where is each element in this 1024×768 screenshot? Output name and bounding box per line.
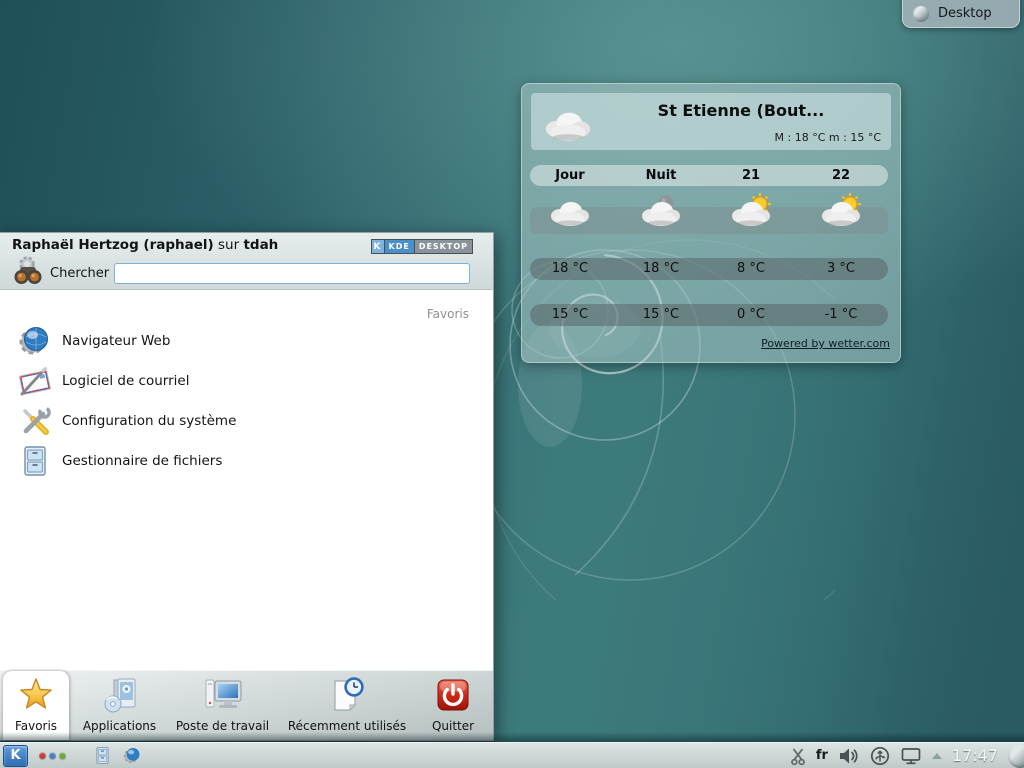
weather-day-temp: 3 °C: [796, 261, 886, 276]
activity-dots-icon[interactable]: [36, 752, 69, 759]
network-monitor-icon[interactable]: [900, 747, 922, 765]
tab-label: Poste de travail: [170, 719, 275, 733]
file-manager-icon: [93, 746, 112, 765]
tab-applications[interactable]: Applications: [72, 671, 167, 740]
green-dot-icon: [59, 752, 66, 759]
kickoff-user-title: Raphaël Hertzog (raphael) sur tdah: [12, 237, 278, 253]
user-name: Raphaël Hertzog (raphael): [12, 237, 214, 253]
web-browser-icon: [18, 324, 52, 358]
tab-label: Quitter: [418, 719, 488, 733]
folder-view-widget[interactable]: Desktop: [902, 0, 1020, 28]
desktop-background: Desktop St Etienne (Bout... M : 18 °C m …: [0, 0, 1024, 768]
menu-item-web-browser[interactable]: Navigateur Web: [0, 321, 493, 361]
weather-cloudy-night-icon: [616, 192, 706, 228]
file-manager-icon: [18, 444, 52, 478]
favorites-section-label: Favoris: [427, 307, 469, 321]
weather-night-temp: 0 °C: [706, 307, 796, 322]
tab-recemment-utilises[interactable]: Récemment utilisés: [283, 671, 411, 740]
weather-current-cloud-icon: [539, 101, 597, 143]
badge-kde-label: KDE: [385, 240, 414, 253]
tab-label: Applications: [72, 719, 167, 733]
weather-col-header: 21: [706, 168, 796, 183]
kickoff-header: Raphaël Hertzog (raphael) sur tdah K KDE…: [0, 233, 493, 290]
system-settings-icon: [18, 404, 52, 438]
recent-documents-icon: [328, 676, 366, 714]
bottom-panel: K: [0, 742, 1024, 768]
menu-item-label: Configuration du système: [62, 413, 236, 429]
weather-cloudy-icon: [525, 192, 615, 228]
badge-desktop-label: DESKTOP: [415, 240, 472, 253]
blue-dot-icon: [49, 752, 56, 759]
weather-col-header: Nuit: [616, 168, 706, 183]
plasma-cashew-icon[interactable]: [913, 6, 929, 22]
weather-header: St Etienne (Bout... M : 18 °C m : 15 °C: [531, 93, 891, 150]
weather-day-temp: 18 °C: [525, 261, 615, 276]
clipboard-scissors-icon[interactable]: [790, 747, 806, 765]
weather-minmax: M : 18 °C m : 15 °C: [775, 131, 881, 144]
device-notifier-usb-icon[interactable]: [870, 746, 890, 766]
star-icon: [17, 676, 55, 714]
kde-logo-icon: K: [372, 240, 384, 253]
menu-item-label: Gestionnaire de fichiers: [62, 453, 222, 469]
search-label: Chercher :: [50, 266, 118, 281]
kde-desktop-badge: K KDE DESKTOP: [371, 239, 473, 254]
file-manager-launcher[interactable]: [91, 745, 113, 767]
kde-k-logo-icon: K: [10, 749, 20, 762]
mail-client-icon: [18, 364, 52, 398]
tab-label: Favoris: [3, 719, 69, 733]
weather-partly-sunny-icon: [796, 192, 886, 228]
search-binoculars-icon: [12, 256, 44, 286]
tab-label: Récemment utilisés: [283, 719, 411, 733]
weather-night-temp: -1 °C: [796, 307, 886, 322]
menu-item-label: Logiciel de courriel: [62, 373, 189, 389]
power-icon: [434, 676, 472, 714]
weather-col-header: Jour: [525, 168, 615, 183]
panel-cashew-icon[interactable]: [1008, 744, 1024, 768]
tab-quitter[interactable]: Quitter: [418, 671, 488, 740]
kickoff-tabbar: Favoris Applications: [0, 670, 493, 740]
weather-location-title: St Etienne (Bout...: [601, 101, 881, 120]
weather-col-header: 22: [796, 168, 886, 183]
tray-expand-arrow-icon[interactable]: [932, 753, 942, 759]
web-browser-launcher[interactable]: [121, 745, 143, 767]
weather-night-temp: 15 °C: [525, 307, 615, 322]
web-browser-icon: [123, 746, 142, 765]
red-dot-icon: [39, 752, 46, 759]
system-tray: fr: [790, 744, 1024, 768]
user-connector: sur: [214, 237, 244, 253]
search-input[interactable]: [114, 263, 470, 284]
panel-shadow: [0, 732, 1024, 742]
host-name: tdah: [243, 237, 278, 253]
keyboard-layout-indicator[interactable]: fr: [816, 748, 828, 763]
volume-icon[interactable]: [838, 747, 860, 765]
menu-item-system-settings[interactable]: Configuration du système: [0, 401, 493, 441]
weather-day-temp: 18 °C: [616, 261, 706, 276]
weather-widget[interactable]: St Etienne (Bout... M : 18 °C m : 15 °C …: [521, 83, 901, 363]
menu-item-file-manager[interactable]: Gestionnaire de fichiers: [0, 441, 493, 481]
applications-box-icon: [101, 676, 139, 714]
tab-poste-de-travail[interactable]: Poste de travail: [170, 671, 275, 740]
tab-favoris[interactable]: Favoris: [3, 671, 69, 740]
digital-clock[interactable]: 17:47: [952, 746, 998, 765]
weather-day-temp: 8 °C: [706, 261, 796, 276]
folder-view-title: Desktop: [938, 6, 992, 22]
computer-icon: [203, 676, 243, 714]
weather-night-temp: 15 °C: [616, 307, 706, 322]
menu-item-mail-client[interactable]: Logiciel de courriel: [0, 361, 493, 401]
panel-launchers: K: [0, 745, 143, 767]
kickoff-launcher-button[interactable]: K: [3, 745, 28, 767]
kickoff-menu: Raphaël Hertzog (raphael) sur tdah K KDE…: [0, 232, 494, 741]
weather-partly-sunny-icon: [706, 192, 796, 228]
weather-credit-link[interactable]: Powered by wetter.com: [761, 337, 890, 350]
menu-item-label: Navigateur Web: [62, 333, 170, 349]
